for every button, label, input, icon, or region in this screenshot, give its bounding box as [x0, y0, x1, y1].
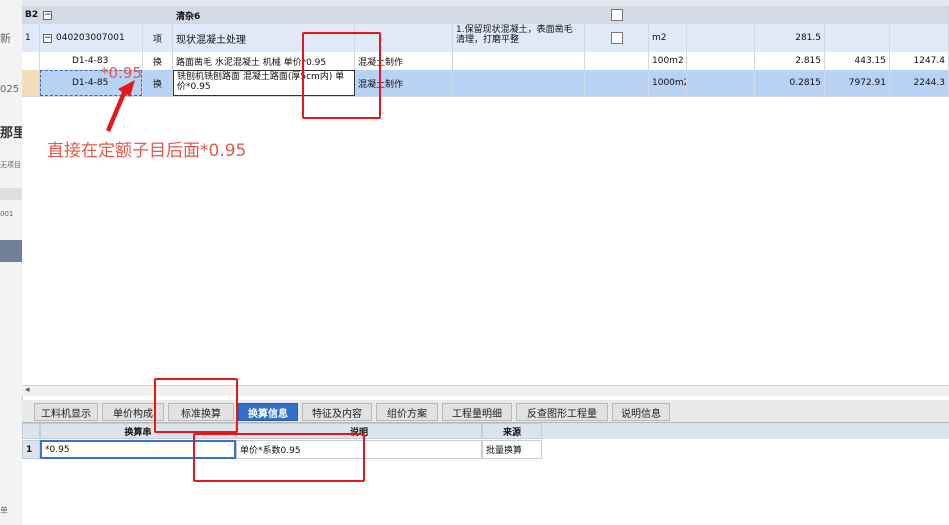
row-number: B2	[22, 6, 40, 24]
category-cell	[143, 6, 173, 24]
left-fragment: 001	[0, 210, 14, 218]
category-cell: 换	[143, 52, 173, 70]
unit-cell: m2	[649, 24, 687, 52]
table-row[interactable]: 1 −040203007001 项 现状混凝土处理 1.保留现状混凝土，表面凿毛…	[22, 24, 949, 53]
collapse-toggle[interactable]: −	[40, 6, 143, 24]
category-cell: 换	[143, 70, 173, 96]
total-cell	[890, 6, 949, 24]
desc-cell	[453, 70, 585, 96]
qty-cell[interactable]: 2.815	[755, 52, 825, 70]
tab-labor-material[interactable]: 工料机显示	[34, 403, 98, 421]
left-selected-band	[0, 240, 22, 262]
annotation-arrow-icon	[106, 80, 135, 132]
desc-cell[interactable]: 1.保留现状混凝土，表面凿毛清理，打磨平整	[453, 24, 585, 52]
left-fragment: 单	[0, 506, 8, 515]
conversion-table[interactable]: 换算串 说明 来源 1 *0.95 单价*系数0.95 批量换算	[22, 423, 949, 525]
tab-reverse-lookup[interactable]: 反查图形工程量	[516, 403, 608, 421]
total-cell: 1247.4	[890, 52, 949, 70]
left-fragment: 025	[0, 84, 20, 95]
checkbox-cell	[585, 52, 649, 70]
left-fragment: 无项目	[0, 161, 21, 169]
annotation-note: 直接在定额子目后面*0.95	[47, 141, 247, 161]
source-cell[interactable]: 批量换算	[482, 440, 542, 459]
category-cell: 项	[143, 24, 173, 52]
row-number	[22, 70, 40, 96]
empty-cell	[687, 52, 755, 70]
checkbox-cell[interactable]	[585, 24, 649, 52]
tab-conversion-info[interactable]: 换算信息	[238, 403, 298, 421]
tab-features[interactable]: 特征及内容	[302, 403, 372, 421]
tab-notes[interactable]: 说明信息	[612, 403, 670, 421]
empty-cell	[687, 70, 755, 96]
total-cell	[890, 24, 949, 52]
row-number: 1	[22, 24, 40, 52]
qty-cell[interactable]: 281.5	[755, 24, 825, 52]
quota-grid[interactable]: B2 − 清杂6 1 −040203007001 项 现状混凝土处理 1.保留现…	[22, 0, 949, 385]
annotation-box-desc	[193, 433, 365, 482]
table-row-selected[interactable]: D1-4-85 换 铣刨机铣刨路面 混凝土路面(厚5cm内) 单价*0.95 混…	[22, 70, 949, 97]
minus-icon[interactable]: −	[43, 10, 52, 20]
tab-pricing-plan[interactable]: 组价方案	[376, 403, 438, 421]
tab-quantity-detail[interactable]: 工程量明细	[442, 403, 512, 421]
header-corner	[22, 423, 40, 439]
checkbox-cell	[585, 70, 649, 96]
table-row[interactable]: 1 *0.95 单价*系数0.95 批量换算	[22, 440, 949, 459]
unit-cell: 100m2	[649, 52, 687, 70]
name-cell[interactable]: 清杂6	[173, 6, 355, 24]
row-number	[22, 52, 40, 70]
price-cell: 7972.91	[825, 70, 890, 96]
desc-cell	[453, 52, 585, 70]
total-cell: 2244.3	[890, 70, 949, 96]
row-number: 1	[22, 440, 40, 459]
qty-cell[interactable]: 0.2815	[755, 70, 825, 96]
desc-cell	[453, 6, 585, 24]
scroll-left-icon[interactable]: ◂	[25, 385, 30, 395]
checkbox[interactable]	[610, 9, 623, 21]
unit-cell: 1000m2	[649, 70, 687, 96]
left-panel-strip: 新 025 那里 无项目 001 单	[0, 0, 23, 525]
left-fragment: 新	[0, 32, 11, 45]
price-cell	[825, 24, 890, 52]
header-source: 来源	[482, 423, 542, 439]
content-cell	[355, 6, 453, 24]
minus-icon[interactable]: −	[43, 33, 52, 43]
annotation-box-tab	[154, 378, 238, 433]
unit-cell	[649, 6, 687, 24]
empty-cell	[687, 24, 755, 52]
table-row[interactable]: B2 − 清杂6	[22, 6, 949, 25]
annotation-multiplier: *0.95	[101, 64, 142, 82]
checkbox-cell[interactable]	[585, 6, 649, 24]
annotation-box-multiplier	[302, 32, 381, 119]
left-fragment: 那里	[0, 126, 22, 141]
price-cell	[825, 6, 890, 24]
left-divider	[0, 188, 22, 200]
item-code: 040203007001	[56, 33, 125, 43]
code-cell[interactable]: −040203007001	[40, 24, 143, 52]
empty-cell	[687, 6, 755, 24]
checkbox[interactable]	[610, 32, 623, 44]
table-row[interactable]: D1-4-83 换 路面凿毛 水泥混凝土 机械 单价*0.95 混凝土制作 10…	[22, 52, 949, 71]
price-cell: 443.15	[825, 52, 890, 70]
qty-cell	[755, 6, 825, 24]
